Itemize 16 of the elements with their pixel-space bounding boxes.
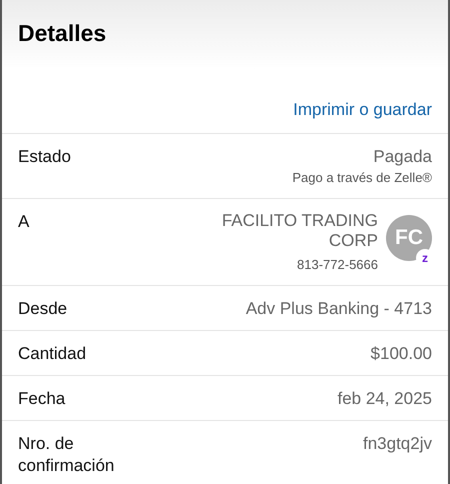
detail-value: fn3gtq2jv xyxy=(363,433,432,456)
detail-value: $100.00 xyxy=(370,342,432,365)
detail-value: Pagada xyxy=(372,146,432,168)
detail-label: Estado xyxy=(18,146,71,168)
recipient-name: FACILITO TRADING CORP xyxy=(220,210,378,252)
detail-label: Cantidad xyxy=(18,342,86,365)
detail-label: Fecha xyxy=(18,388,66,410)
detail-label: A xyxy=(18,210,30,233)
detail-value: feb 24, 2025 xyxy=(337,388,432,410)
page-title: Detalles xyxy=(18,20,108,48)
phone-number: 813-772-5666 xyxy=(296,256,378,274)
detail-value: Adv Plus Banking - 4713 xyxy=(246,298,432,320)
detail-label: Nro. de confirmación xyxy=(18,433,116,478)
payment-note: Pago a través de Zelle® xyxy=(292,169,432,188)
detail-label: Desde xyxy=(18,298,68,320)
print-save-link[interactable]: Imprimir o guardar xyxy=(293,100,432,119)
